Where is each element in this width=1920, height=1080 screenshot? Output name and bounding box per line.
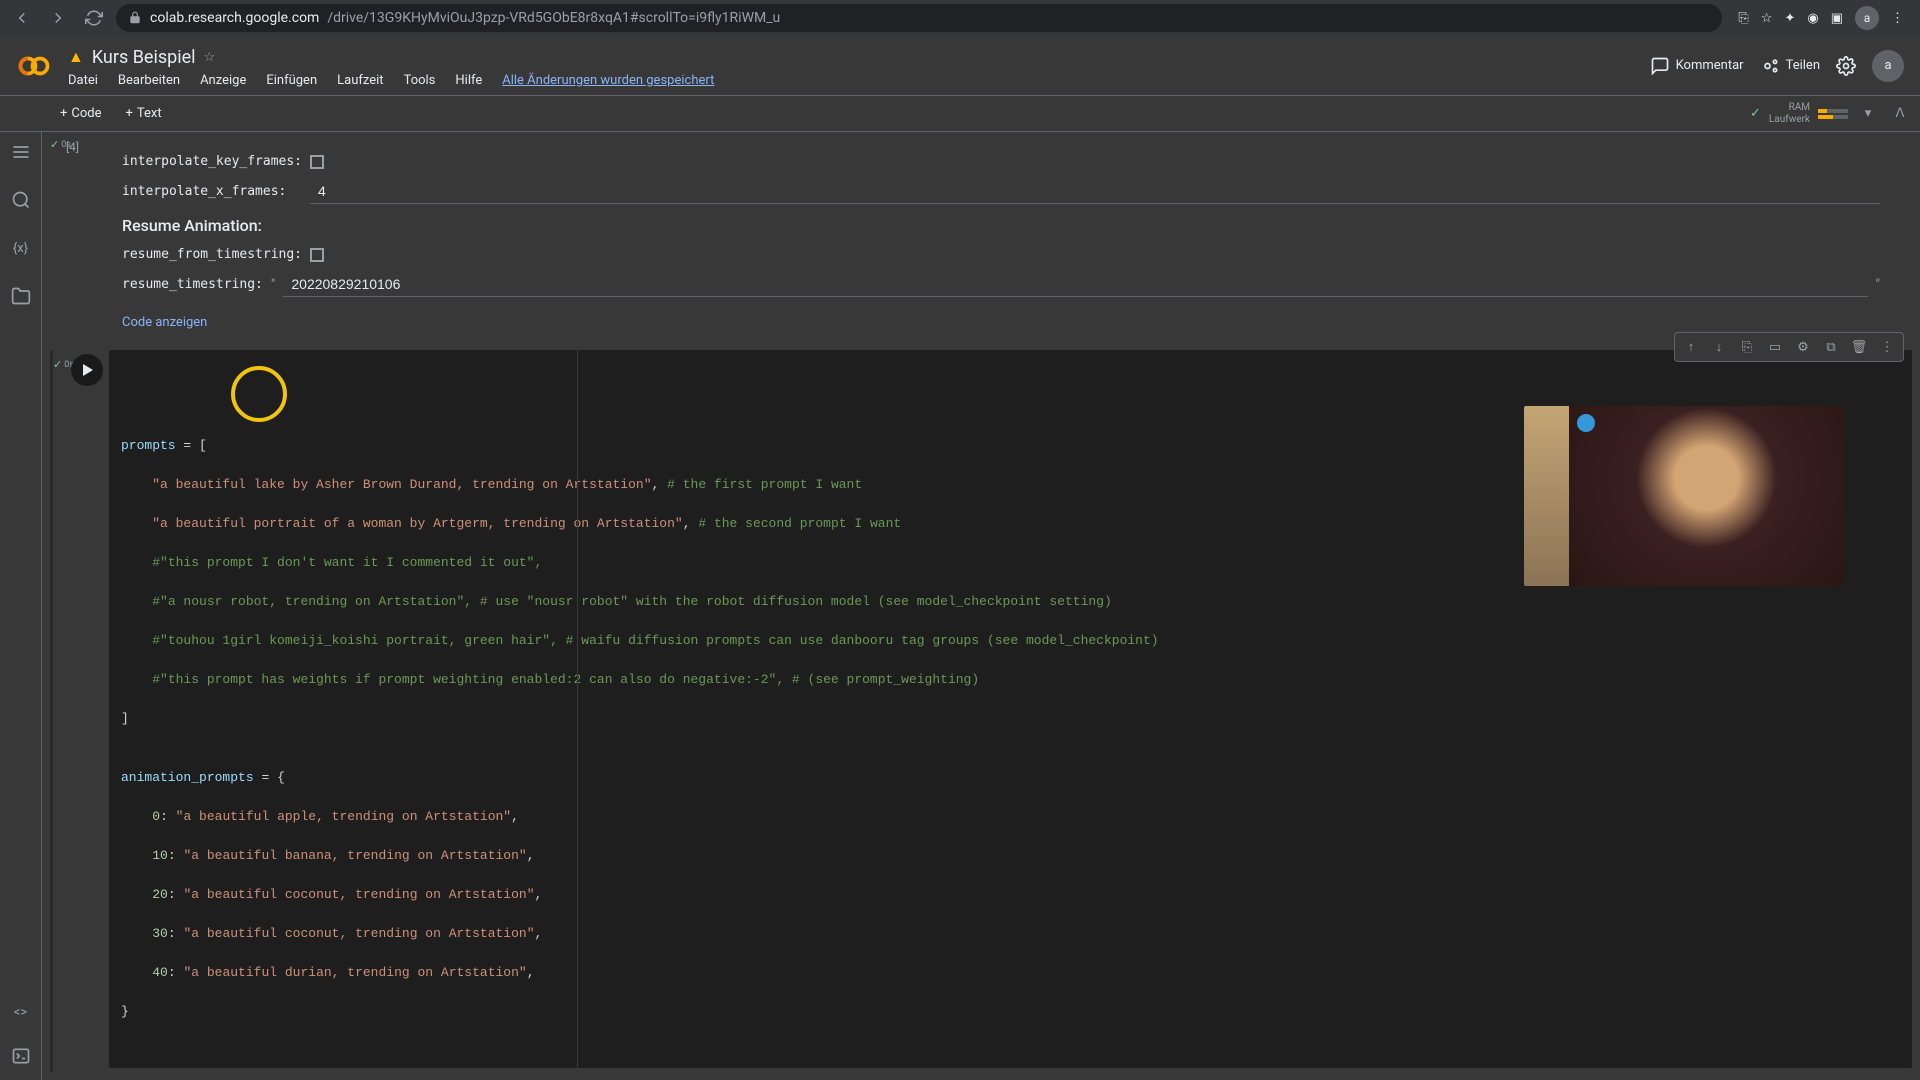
colab-header: ▲ Kurs Beispiel ☆ Datei Bearbeiten Anzei…: [0, 36, 1920, 96]
delete-icon[interactable]: 🗑: [1845, 335, 1873, 359]
cell-exec-count: [4]: [66, 140, 79, 154]
bookmark-icon[interactable]: ☆: [1761, 11, 1773, 26]
colab-logo[interactable]: [16, 48, 52, 84]
move-down-icon[interactable]: ↓: [1705, 335, 1733, 359]
url-host: colab.research.google.com: [150, 10, 319, 26]
url-bar[interactable]: colab.research.google.com/drive/13G9KHyM…: [116, 4, 1722, 32]
files-icon[interactable]: [9, 284, 33, 308]
menu-bearbeiten[interactable]: Bearbeiten: [118, 73, 180, 88]
menu-tools[interactable]: Tools: [404, 73, 436, 88]
comment-button[interactable]: Kommentar: [1650, 56, 1744, 76]
cell-toolbar: ↑ ↓ ⎘ ▭ ⚙ ⧉ 🗑 ⋮: [1674, 332, 1904, 362]
quote-icon: ": [271, 277, 275, 293]
account-icon[interactable]: ◉: [1807, 11, 1818, 26]
reload-button[interactable]: [80, 4, 108, 32]
interpolate-key-label: interpolate_key_frames:: [122, 154, 302, 169]
menu-icon[interactable]: ⋮: [1891, 11, 1904, 26]
settings-button[interactable]: [1836, 56, 1856, 76]
highlight-annotation: [231, 366, 287, 422]
resume-from-checkbox[interactable]: [310, 248, 324, 262]
save-status[interactable]: Alle Änderungen wurden gespeichert: [502, 73, 714, 88]
interpolate-x-input[interactable]: [310, 179, 1880, 204]
show-code-link[interactable]: Code anzeigen: [106, 307, 1896, 338]
interpolate-key-checkbox[interactable]: [310, 155, 324, 169]
add-code-button[interactable]: + Code: [48, 102, 114, 125]
menu-laufzeit[interactable]: Laufzeit: [337, 73, 383, 88]
runtime-dropdown-icon[interactable]: ▾: [1856, 102, 1880, 126]
translate-icon[interactable]: ⎘: [1738, 11, 1748, 26]
quote-icon: ": [1876, 277, 1880, 293]
run-button[interactable]: [71, 354, 103, 386]
menu-bar: Datei Bearbeiten Anzeige Einfügen Laufze…: [68, 73, 1650, 88]
toolbar: + Code + Text ✓ RAM Laufwerk ▾ ᐱ: [0, 96, 1920, 132]
menu-anzeige[interactable]: Anzeige: [200, 73, 246, 88]
toc-icon[interactable]: [9, 140, 33, 164]
chrome-actions: ⎘ ☆ ✦ ◉ ▣ a ⋮: [1730, 6, 1912, 30]
search-icon[interactable]: [9, 188, 33, 212]
back-button[interactable]: [8, 4, 36, 32]
move-up-icon[interactable]: ↑: [1677, 335, 1705, 359]
link-icon[interactable]: ⎘: [1733, 335, 1761, 359]
left-sidebar: {x} <>: [0, 132, 42, 1080]
cell-6-form: ✓0s [6] Load Settings override_settings_…: [50, 1076, 1912, 1080]
doc-title[interactable]: Kurs Beispiel: [92, 47, 196, 68]
menu-datei[interactable]: Datei: [68, 73, 98, 88]
browser-chrome: colab.research.google.com/drive/13G9KHyM…: [0, 0, 1920, 36]
resume-from-label: resume_from_timestring:: [122, 247, 302, 262]
profile-icon[interactable]: a: [1855, 6, 1879, 30]
main-area[interactable]: ✓0s [4] interpolate_key_frames: interpol…: [42, 132, 1920, 1080]
lock-icon: [128, 11, 142, 25]
resume-ts-label: resume_timestring:: [122, 277, 263, 292]
cell-5-code: ✓0s ↑ ↓ ⎘ ▭ ⚙ ⧉ 🗑 ⋮ prompts = [ "a beaut…: [50, 350, 1912, 1072]
star-icon[interactable]: ☆: [204, 50, 216, 65]
collapse-up-icon[interactable]: ᐱ: [1888, 102, 1912, 126]
more-icon[interactable]: ⋮: [1873, 335, 1901, 359]
add-text-button[interactable]: + Text: [114, 102, 174, 125]
resume-header: Resume Animation:: [122, 216, 1880, 235]
comment-icon[interactable]: ▭: [1761, 335, 1789, 359]
variables-icon[interactable]: {x}: [9, 236, 33, 260]
menu-hilfe[interactable]: Hilfe: [455, 73, 482, 88]
share-button[interactable]: Teilen: [1760, 56, 1820, 76]
cell-4-form: ✓0s [4] interpolate_key_frames: interpol…: [50, 136, 1912, 346]
drive-icon: ▲: [68, 47, 84, 67]
mirror-icon[interactable]: ⧉: [1817, 335, 1845, 359]
code-editor[interactable]: prompts = [ "a beautiful lake by Asher B…: [109, 350, 1912, 1068]
extensions-icon[interactable]: ✦: [1784, 11, 1795, 26]
snippets-icon[interactable]: <>: [9, 1000, 33, 1024]
settings-icon[interactable]: ⚙: [1789, 335, 1817, 359]
forward-button[interactable]: [44, 4, 72, 32]
webcam-overlay: [1524, 406, 1844, 586]
interpolate-x-label: interpolate_x_frames:: [122, 184, 302, 199]
url-path: /drive/13G9KHyMviOuJ3pzp-VRd5GObE8r8xqA1…: [327, 10, 780, 26]
connected-check-icon: ✓: [1750, 106, 1761, 121]
panel-icon[interactable]: ▣: [1831, 11, 1843, 26]
menu-einfuegen[interactable]: Einfügen: [266, 73, 317, 88]
avatar[interactable]: a: [1872, 50, 1904, 82]
resource-meter[interactable]: RAM Laufwerk: [1769, 102, 1810, 126]
resume-ts-input[interactable]: [283, 272, 1867, 297]
terminal-icon[interactable]: [9, 1044, 33, 1068]
